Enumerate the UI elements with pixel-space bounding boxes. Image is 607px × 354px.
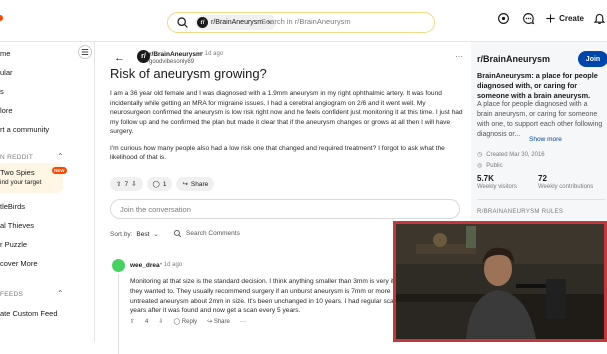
nav-popular[interactable]: ular	[0, 68, 13, 77]
top-bar: r/ r/BrainAneurysm × Search in r/BrainAn…	[0, 0, 607, 42]
notification-icon[interactable]	[591, 10, 607, 26]
nav-home[interactable]: me	[0, 49, 10, 58]
sort-label: Sort by:	[110, 230, 133, 238]
vote-bar: ⇧ 7 ⇩	[110, 177, 143, 191]
rules-header: R/BRAINANEURYSM RULES	[477, 209, 564, 215]
advertise-icon[interactable]	[495, 10, 511, 26]
section-games-header[interactable]: N REDDIT	[0, 154, 33, 161]
join-button[interactable]: Join	[578, 51, 607, 67]
nav-explore[interactable]: lore	[0, 106, 13, 115]
comment-search-label: Search Comments	[186, 230, 240, 237]
promo-title: Two Spies	[0, 168, 35, 177]
post-title: Risk of aneurysm growing?	[110, 66, 267, 81]
collapse-sidebar-button[interactable]	[78, 45, 92, 59]
reddit-logo[interactable]	[0, 15, 3, 21]
comments-button[interactable]: ◯ 1	[146, 177, 173, 191]
vote-count: 7	[124, 180, 129, 188]
weekly-visitors-value: 5.7K	[477, 174, 494, 183]
chat-icon[interactable]	[520, 10, 536, 26]
comment-author[interactable]: wee_drea	[130, 262, 160, 269]
webcam-overlay	[393, 221, 607, 342]
menu-icon	[81, 49, 89, 55]
new-badge: NEW	[52, 167, 67, 174]
chevron-down-icon: ⌄	[153, 231, 159, 238]
visibility: ◎ Public	[477, 162, 503, 170]
show-more-button[interactable]: Show more	[529, 136, 562, 143]
game-item[interactable]: cover More	[0, 259, 38, 268]
share-icon: ↪	[182, 181, 188, 188]
globe-icon: ◎	[477, 163, 483, 169]
game-item[interactable]: r Puzzle	[0, 240, 27, 249]
search-icon	[173, 229, 182, 238]
game-item[interactable]: al Thieves	[0, 221, 34, 230]
comment-time: • 1d ago	[160, 262, 183, 268]
nav-answers[interactable]: s	[0, 87, 4, 96]
comment-count: 1	[162, 180, 167, 188]
chevron-up-icon[interactable]: ⌃	[57, 152, 64, 161]
more-options-icon[interactable]: ···	[455, 52, 463, 61]
sort-control[interactable]: Sort by: Best ⌄	[110, 230, 159, 239]
comment-actions: ⇧ 4 ⇩ ◯ Reply ↪ Share ···	[130, 318, 246, 326]
community-description: A place for people diagnosed with a brai…	[477, 101, 603, 138]
visibility-label: Public	[486, 162, 503, 169]
create-custom-feed[interactable]: ate Custom Feed	[0, 309, 58, 318]
subreddit-chip-label: r/BrainAneurysm	[211, 19, 264, 26]
post-subreddit[interactable]: r/BrainAneurysm	[149, 51, 202, 58]
weekly-contributions-label: Weekly contributions	[538, 184, 594, 190]
nav-start-community[interactable]: rt a community	[0, 125, 49, 134]
upvote-icon[interactable]: ⇧	[130, 318, 135, 325]
created-label: Created Mar 30, 2016	[486, 151, 545, 158]
section-feeds-header[interactable]: FEEDS	[0, 291, 23, 298]
divider	[477, 199, 605, 200]
create-label: Create	[559, 13, 584, 23]
post-body-paragraph: I'm curious how many people also had a l…	[110, 144, 445, 162]
share-button[interactable]: ↪ Share	[176, 177, 215, 191]
reply-button[interactable]: ◯ Reply	[173, 318, 197, 325]
game-item[interactable]: tleBirds	[0, 202, 25, 211]
weekly-contributions-value: 72	[538, 174, 547, 183]
plus-icon	[546, 13, 555, 23]
downvote-icon[interactable]: ⇩	[131, 180, 136, 188]
comment-search[interactable]: Search Comments	[167, 226, 246, 241]
comment-share-label: Share	[213, 319, 230, 325]
webcam-video	[396, 224, 604, 339]
search-icon	[177, 17, 188, 28]
promo-subtitle: ind your target	[0, 179, 42, 186]
comment-share-button[interactable]: ↪ Share	[207, 318, 230, 325]
post-body: I am a 36 year old female and I was diag…	[110, 89, 466, 170]
search-bar[interactable]: r/ r/BrainAneurysm × Search in r/BrainAn…	[167, 12, 435, 33]
comment-icon: ◯	[152, 181, 160, 188]
chevron-up-icon[interactable]: ⌃	[57, 289, 64, 298]
more-options-icon[interactable]: ···	[240, 319, 246, 325]
sort-value[interactable]: Best	[136, 231, 149, 238]
share-label: Share	[190, 180, 209, 188]
created-date: ◷ Created Mar 30, 2016	[477, 151, 545, 159]
comment-input[interactable]: Join the conversation	[110, 199, 460, 219]
post-body-paragraph: I am a 36 year old female and I was diag…	[110, 90, 463, 135]
left-sidebar: me ular s lore rt a community N REDDIT ⌃…	[0, 42, 95, 342]
subreddit-chip-avatar: r/	[197, 17, 208, 28]
post-time: • 1d ago	[201, 51, 224, 57]
comment-vote-count: 4	[145, 318, 149, 325]
community-name[interactable]: r/BrainAneurysm	[477, 54, 550, 64]
thread-line[interactable]	[118, 274, 119, 354]
upvote-icon[interactable]: ⇧	[116, 180, 121, 188]
avatar[interactable]	[112, 259, 125, 272]
post-actions: ⇧ 7 ⇩ ◯ 1 ↪ Share	[110, 177, 215, 191]
comment-body: Monitoring at that size is the standard …	[130, 278, 394, 315]
create-button[interactable]: Create	[545, 13, 584, 24]
community-headline: BrainAneurysm: a place for people diagno…	[477, 71, 598, 100]
weekly-visitors-label: Weekly visitors	[477, 184, 517, 190]
reply-label: Reply	[181, 319, 198, 325]
cake-icon: ◷	[477, 152, 483, 158]
downvote-icon[interactable]: ⇩	[158, 318, 163, 325]
search-input[interactable]: Search in r/BrainAneurysm	[261, 17, 351, 26]
post-author[interactable]: goodvibesonly89	[149, 59, 194, 65]
back-arrow-icon[interactable]: ←	[114, 52, 126, 64]
